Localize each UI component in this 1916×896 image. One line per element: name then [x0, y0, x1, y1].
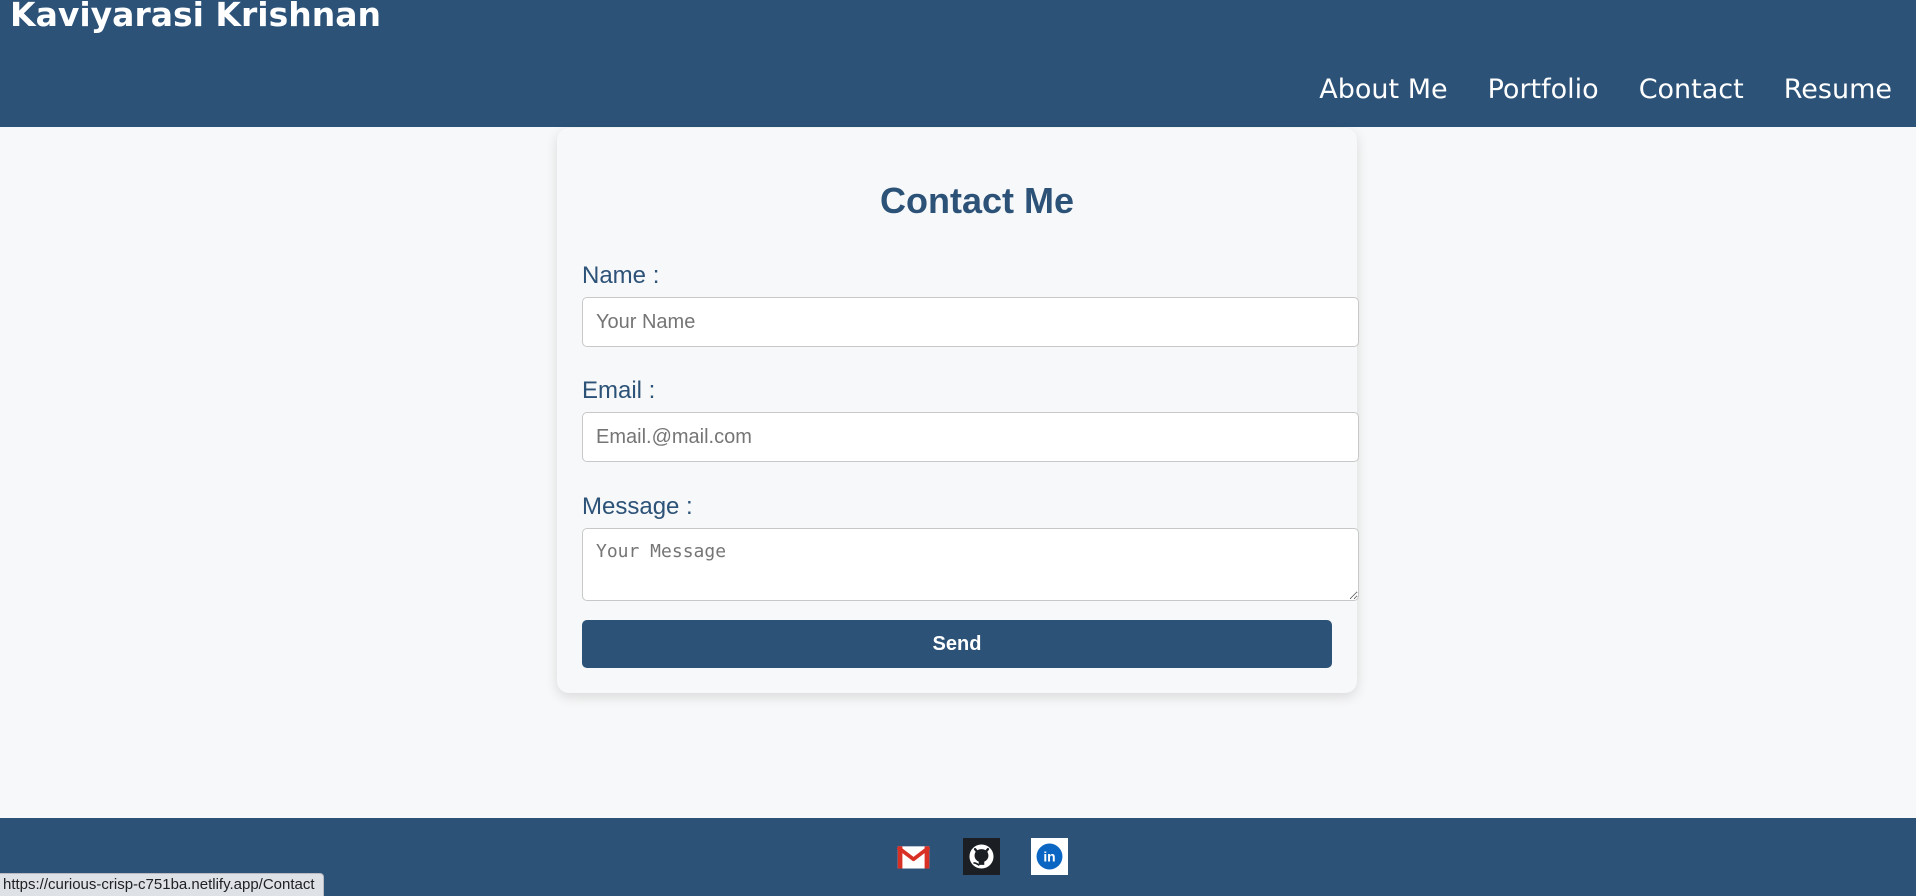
- site-title: Kaviyarasi Krishnan: [10, 0, 381, 34]
- gmail-icon[interactable]: [895, 838, 932, 875]
- nav-link-portfolio[interactable]: Portfolio: [1488, 70, 1599, 110]
- status-bar-url: https://curious-crisp-c751ba.netlify.app…: [0, 873, 324, 896]
- main-nav: About Me Portfolio Contact Resume: [1319, 70, 1892, 110]
- message-label: Message :: [582, 493, 693, 520]
- contact-title: Contact Me: [879, 180, 1074, 221]
- nav-link-resume[interactable]: Resume: [1784, 70, 1892, 110]
- site-header: Kaviyarasi Krishnan About Me Portfolio C…: [0, 0, 1916, 127]
- nav-link-about-me[interactable]: About Me: [1319, 70, 1447, 110]
- nav-link-contact[interactable]: Contact: [1639, 70, 1744, 110]
- email-input[interactable]: [582, 412, 1359, 462]
- message-textarea[interactable]: [582, 528, 1359, 601]
- send-button[interactable]: Send: [582, 620, 1332, 668]
- name-input[interactable]: [582, 297, 1359, 347]
- email-label: Email :: [582, 377, 656, 404]
- linkedin-icon[interactable]: in: [1031, 838, 1068, 875]
- linkedin-icon-text: in: [1043, 849, 1055, 865]
- name-label: Name :: [582, 262, 660, 289]
- github-icon[interactable]: [963, 838, 1000, 875]
